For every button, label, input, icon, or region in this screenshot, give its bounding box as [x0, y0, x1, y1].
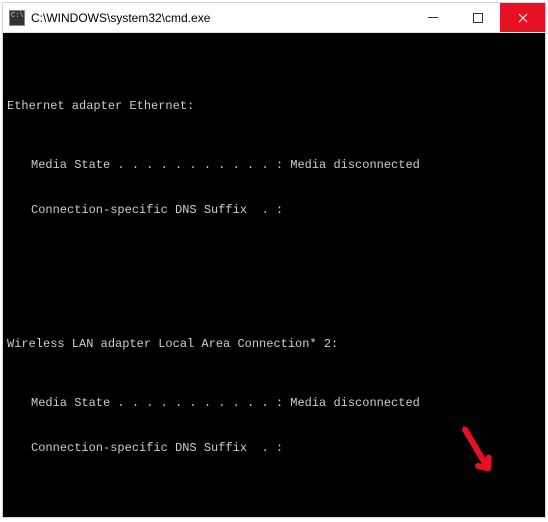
section-line: Connection-specific DNS Suffix . :: [7, 203, 541, 218]
section-header: Ethernet adapter Ethernet:: [7, 99, 541, 114]
section-header: Wireless LAN adapter Local Area Connecti…: [7, 337, 541, 352]
minimize-button[interactable]: [410, 3, 455, 32]
close-button[interactable]: [500, 3, 545, 32]
window-title: C:\WINDOWS\system32\cmd.exe: [31, 11, 410, 25]
terminal-output[interactable]: Ethernet adapter Ethernet: Media State .…: [3, 33, 545, 517]
maximize-button[interactable]: [455, 3, 500, 32]
cmd-window: C:\ C:\WINDOWS\system32\cmd.exe Ethernet…: [2, 2, 546, 518]
section-line: Media State . . . . . . . . . . . : Medi…: [7, 158, 541, 173]
cmd-icon: C:\: [9, 10, 25, 26]
window-controls: [410, 3, 545, 32]
titlebar[interactable]: C:\ C:\WINDOWS\system32\cmd.exe: [3, 3, 545, 33]
adapter-section: Ethernet adapter Ethernet: Media State .…: [7, 69, 541, 248]
section-line: Media State . . . . . . . . . . . : Medi…: [7, 396, 541, 411]
